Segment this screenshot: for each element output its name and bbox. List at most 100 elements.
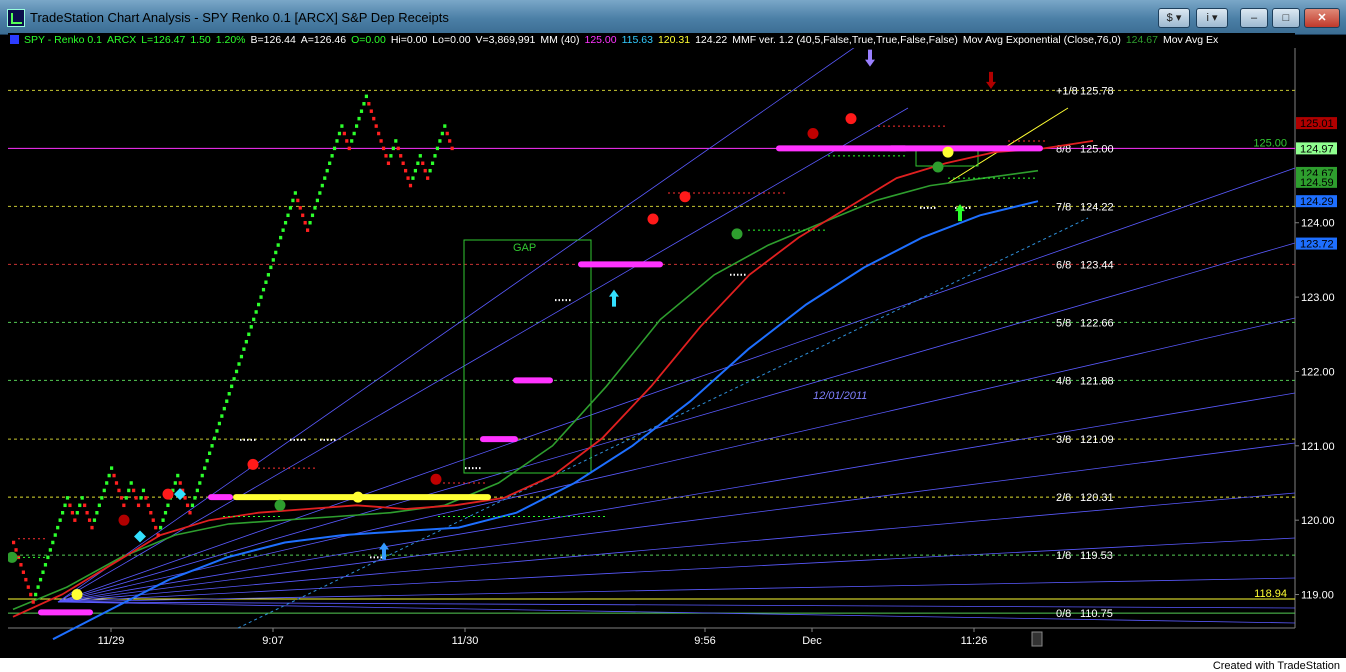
renko-brick [190,503,195,508]
renko-brick [350,139,354,143]
renko-brick [242,347,246,351]
renko-brick [237,362,241,366]
signal-circle [118,514,130,526]
renko-brick [313,206,317,210]
renko-brick [315,198,319,203]
renko-brick [433,154,437,158]
renko-brick [386,161,391,166]
info-menu-button[interactable]: i ▾ [1196,8,1228,28]
y-tick-label: 123.00 [1301,292,1335,304]
renko-brick [97,503,101,508]
x-tick-label: 11/29 [98,635,125,647]
renko-brick [308,220,312,225]
renko-brick [320,183,324,188]
y-tick-label: 122.00 [1301,366,1335,378]
renko-brick [188,510,192,515]
renko-brick [21,570,25,574]
renko-brick [303,220,307,225]
renko-brick [129,481,133,485]
symbol-info-bar: SPY - Renko 0.1 ARCX L=126.47 1.50 1.20% B=12… [8,33,1295,47]
time-scroll-thumb[interactable] [1031,631,1043,647]
info-item: SPY - Renko 0.1 [24,34,103,46]
renko-brick [396,146,400,151]
renko-brick [252,317,256,322]
renko-brick [163,510,168,515]
renko-brick [85,510,89,515]
info-item: Hi=0.00 [390,34,428,46]
info-item: 1.20% [215,34,246,46]
close-button[interactable]: ✕ [1304,8,1340,28]
renko-brick [438,139,442,143]
window-title: TradeStation Chart Analysis - SPY Renko … [30,10,449,25]
renko-brick [306,228,310,232]
renko-brick [239,354,244,359]
renko-brick [391,146,395,151]
maximize-button[interactable]: □ [1272,8,1300,28]
renko-brick [323,176,327,180]
renko-brick [56,525,60,530]
renko-brick [48,548,52,552]
renko-brick [159,525,163,530]
renko-brick [87,518,92,522]
renko-brick [61,510,65,515]
info-item: 124.22 [695,34,728,46]
dollar-menu-button[interactable]: $ ▾ [1158,8,1190,28]
price-axis-tag-label: 125.01 [1300,118,1334,130]
renko-brick [347,146,351,151]
renko-brick [212,436,217,441]
renko-brick [230,384,234,389]
renko-brick [364,94,368,99]
renko-brick [389,154,393,158]
renko-brick [234,369,239,374]
renko-brick [384,154,388,158]
renko-brick [105,481,109,485]
renko-brick [340,124,344,128]
renko-brick [445,131,449,136]
created-with-label: Created with TradeStation [1210,660,1342,672]
murrey-level-value: 124.22 [1080,201,1114,213]
renko-brick [274,250,278,255]
minimize-button[interactable]: – [1240,8,1268,28]
pivot-bar [578,261,663,268]
info-item: L=126.47 [141,34,186,46]
renko-brick [244,339,248,344]
price-axis-tag-label: 123.72 [1300,239,1334,251]
renko-brick [269,265,273,270]
renko-brick [217,421,221,426]
signal-circle [430,473,442,485]
renko-brick [399,154,403,158]
murrey-level-label: 5/8 [1056,317,1071,329]
renko-brick [335,139,339,143]
renko-brick [46,555,50,560]
price-axis-tag-label: 124.97 [1300,143,1334,155]
renko-brick [58,518,62,522]
renko-brick [178,481,182,485]
renko-brick [34,592,38,597]
signal-circle [731,228,743,240]
renko-brick [220,414,224,418]
renko-brick [195,488,199,493]
renko-brick [357,116,361,121]
renko-brick [413,168,417,173]
symbol-color-swatch [10,35,19,44]
renko-brick [283,220,288,225]
pivot-bar [38,609,93,616]
renko-brick [185,503,190,508]
renko-brick [141,488,146,493]
date-annotation: 12/01/2011 [813,390,867,402]
renko-chart[interactable]: +1/8 125.788/8 125.007/8 124.226/8 123.445/8… [8,48,1338,656]
renko-brick [298,206,302,210]
renko-brick [83,503,87,508]
renko-brick [124,496,128,500]
murrey-level-value: 125.78 [1080,85,1114,97]
renko-brick [328,161,332,166]
renko-brick [337,131,342,136]
window-titlebar: TradeStation Chart Analysis - SPY Renko … [0,0,1346,35]
renko-brick [70,510,74,515]
renko-brick [53,533,57,537]
renko-brick [330,154,334,158]
renko-brick [301,213,305,218]
info-item: Lo=0.00 [432,34,471,46]
renko-brick [12,540,16,545]
renko-brick [367,102,371,106]
